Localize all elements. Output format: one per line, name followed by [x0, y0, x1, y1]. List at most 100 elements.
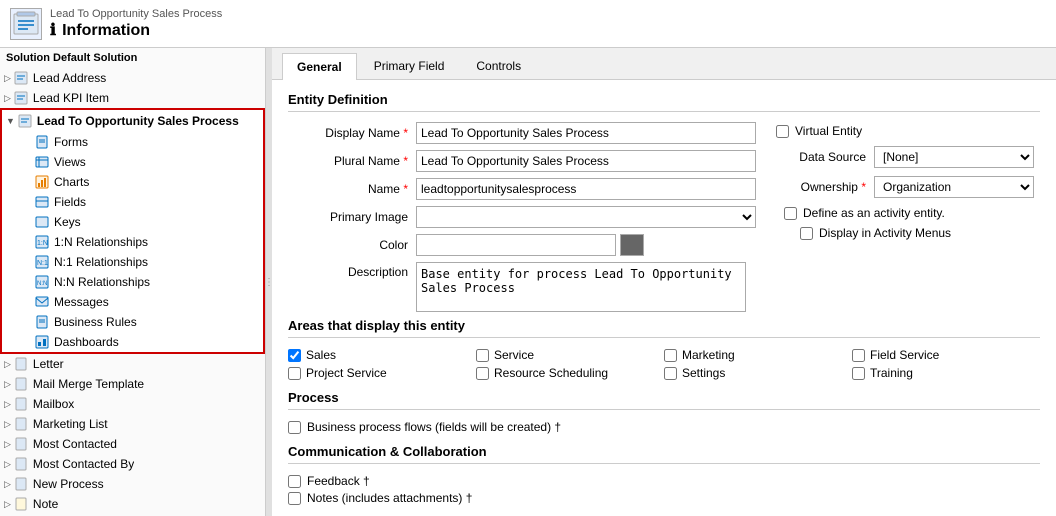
display-activity-checkbox[interactable] [800, 227, 813, 240]
area-resource-scheduling-checkbox[interactable] [476, 367, 489, 380]
area-project-service-label: Project Service [306, 366, 387, 380]
entity-icon [13, 456, 29, 472]
notes-item: Notes (includes attachments) † [288, 491, 1040, 505]
sidebar-item-nn-rel[interactable]: N:N N:N Relationships [30, 272, 263, 292]
sidebar-item-views[interactable]: Views [30, 152, 263, 172]
display-activity-label: Display in Activity Menus [819, 226, 951, 240]
right-fields: Virtual Entity Data Source [None] [776, 122, 1056, 318]
tab-controls[interactable]: Controls [461, 52, 536, 79]
areas-section: Areas that display this entity Sales Ser… [288, 318, 1040, 380]
sidebar-item-1n-rel[interactable]: 1:N 1:N Relationships [30, 232, 263, 252]
area-resource-scheduling: Resource Scheduling [476, 366, 664, 380]
content-panel: General Primary Field Controls Entity De… [272, 48, 1056, 516]
plural-name-input[interactable] [416, 150, 756, 172]
sidebar-item-lead-opportunity[interactable]: ▼ Lead To Opportunity Sales Process [2, 110, 263, 132]
selected-item-label: Lead To Opportunity Sales Process [37, 114, 239, 128]
sidebar-item-lead-address[interactable]: ▷ Lead Address [0, 68, 265, 88]
areas-title: Areas that display this entity [288, 318, 1040, 338]
entity-icon [17, 113, 33, 129]
display-name-label: Display Name * [288, 126, 408, 140]
sidebar-item-most-contacted[interactable]: ▷ Most Contacted [0, 434, 265, 454]
entity-icon [13, 376, 29, 392]
sidebar-item-charts[interactable]: Charts [30, 172, 263, 192]
sidebar-item-letter[interactable]: ▷ Letter [0, 354, 265, 374]
expand-arrow: ▷ [4, 419, 11, 430]
ownership-select[interactable]: Organization [874, 176, 1034, 198]
sidebar-item-messages[interactable]: Messages [30, 292, 263, 312]
sidebar-item-keys[interactable]: Keys [30, 212, 263, 232]
name-input[interactable] [416, 178, 756, 200]
expand-arrow: ▷ [4, 93, 11, 104]
entity-icon [13, 476, 29, 492]
color-input[interactable] [416, 234, 616, 256]
area-settings-checkbox[interactable] [664, 367, 677, 380]
name-label: Name * [288, 182, 408, 196]
plural-name-label: Plural Name * [288, 154, 408, 168]
svg-text:1:N: 1:N [37, 240, 48, 247]
sidebar-item-label: Lead Address [33, 71, 106, 85]
entity-icon [13, 70, 29, 86]
svg-text:N:1: N:1 [37, 260, 48, 267]
forms-label: Forms [54, 135, 88, 149]
area-service-checkbox[interactable] [476, 349, 489, 362]
area-field-service-checkbox[interactable] [852, 349, 865, 362]
sidebar-item-fields[interactable]: Fields [30, 192, 263, 212]
sidebar-item-label: Mailbox [33, 397, 74, 411]
area-service: Service [476, 348, 664, 362]
sidebar-item-n1-rel[interactable]: N:1 N:1 Relationships [30, 252, 263, 272]
primary-image-select[interactable] [416, 206, 756, 228]
color-row [416, 234, 644, 256]
entity-icon [13, 496, 29, 512]
expand-arrow: ▷ [4, 73, 11, 84]
process-section: Process Business process flows (fields w… [288, 390, 1040, 434]
comm-section: Communication & Collaboration Feedback †… [288, 444, 1040, 505]
area-marketing-checkbox[interactable] [664, 349, 677, 362]
bpf-checkbox[interactable] [288, 421, 301, 434]
sidebar-item-new-process[interactable]: ▷ New Process [0, 474, 265, 494]
data-source-select[interactable]: [None] [874, 146, 1034, 168]
ownership-label: Ownership * [776, 180, 866, 194]
sidebar-item-note[interactable]: ▷ Note [0, 494, 265, 514]
expand-arrow: ▷ [4, 479, 11, 490]
color-swatch[interactable] [620, 234, 644, 256]
data-source-label: Data Source [776, 150, 866, 164]
tab-primary-field[interactable]: Primary Field [359, 52, 460, 79]
area-training-label: Training [870, 366, 913, 380]
form-content: Entity Definition Display Name * [272, 80, 1056, 516]
area-sales-checkbox[interactable] [288, 349, 301, 362]
area-service-label: Service [494, 348, 534, 362]
sidebar-item-marketing-list[interactable]: ▷ Marketing List [0, 414, 265, 434]
area-field-service: Field Service [852, 348, 1040, 362]
description-input[interactable]: Base entity for process Lead To Opportun… [416, 262, 746, 312]
notes-checkbox[interactable] [288, 492, 301, 505]
charts-label: Charts [54, 175, 89, 189]
tab-general[interactable]: General [282, 53, 357, 80]
n1-rel-label: N:1 Relationships [54, 255, 148, 269]
sidebar-item-biz-rules[interactable]: Business Rules [30, 312, 263, 332]
feedback-checkbox[interactable] [288, 475, 301, 488]
display-name-input[interactable] [416, 122, 756, 144]
messages-label: Messages [54, 295, 109, 309]
entity-icon [13, 396, 29, 412]
sidebar-item-mail-merge[interactable]: ▷ Mail Merge Template [0, 374, 265, 394]
comm-title: Communication & Collaboration [288, 444, 1040, 464]
virtual-entity-checkbox[interactable] [776, 125, 789, 138]
sidebar-item-forms[interactable]: Forms [30, 132, 263, 152]
sidebar-resizer[interactable]: ⋮ [266, 48, 272, 516]
area-marketing-label: Marketing [682, 348, 735, 362]
forms-icon [34, 134, 50, 150]
main-layout: Solution Default Solution ▷ Lead Address… [0, 48, 1056, 516]
sidebar-item-mailbox[interactable]: ▷ Mailbox [0, 394, 265, 414]
sidebar-item-most-contacted-by[interactable]: ▷ Most Contacted By [0, 454, 265, 474]
header-text: Lead To Opportunity Sales Process ℹInfor… [50, 8, 222, 40]
collapse-arrow: ▼ [6, 116, 15, 126]
area-project-service-checkbox[interactable] [288, 367, 301, 380]
sidebar-item-dashboards[interactable]: Dashboards [30, 332, 263, 352]
expand-arrow: ▷ [4, 399, 11, 410]
entity-icon [13, 416, 29, 432]
area-training-checkbox[interactable] [852, 367, 865, 380]
sidebar-item-lead-kpi[interactable]: ▷ Lead KPI Item [0, 88, 265, 108]
define-activity-checkbox[interactable] [784, 207, 797, 220]
entity-icon [13, 436, 29, 452]
fields-icon [34, 194, 50, 210]
